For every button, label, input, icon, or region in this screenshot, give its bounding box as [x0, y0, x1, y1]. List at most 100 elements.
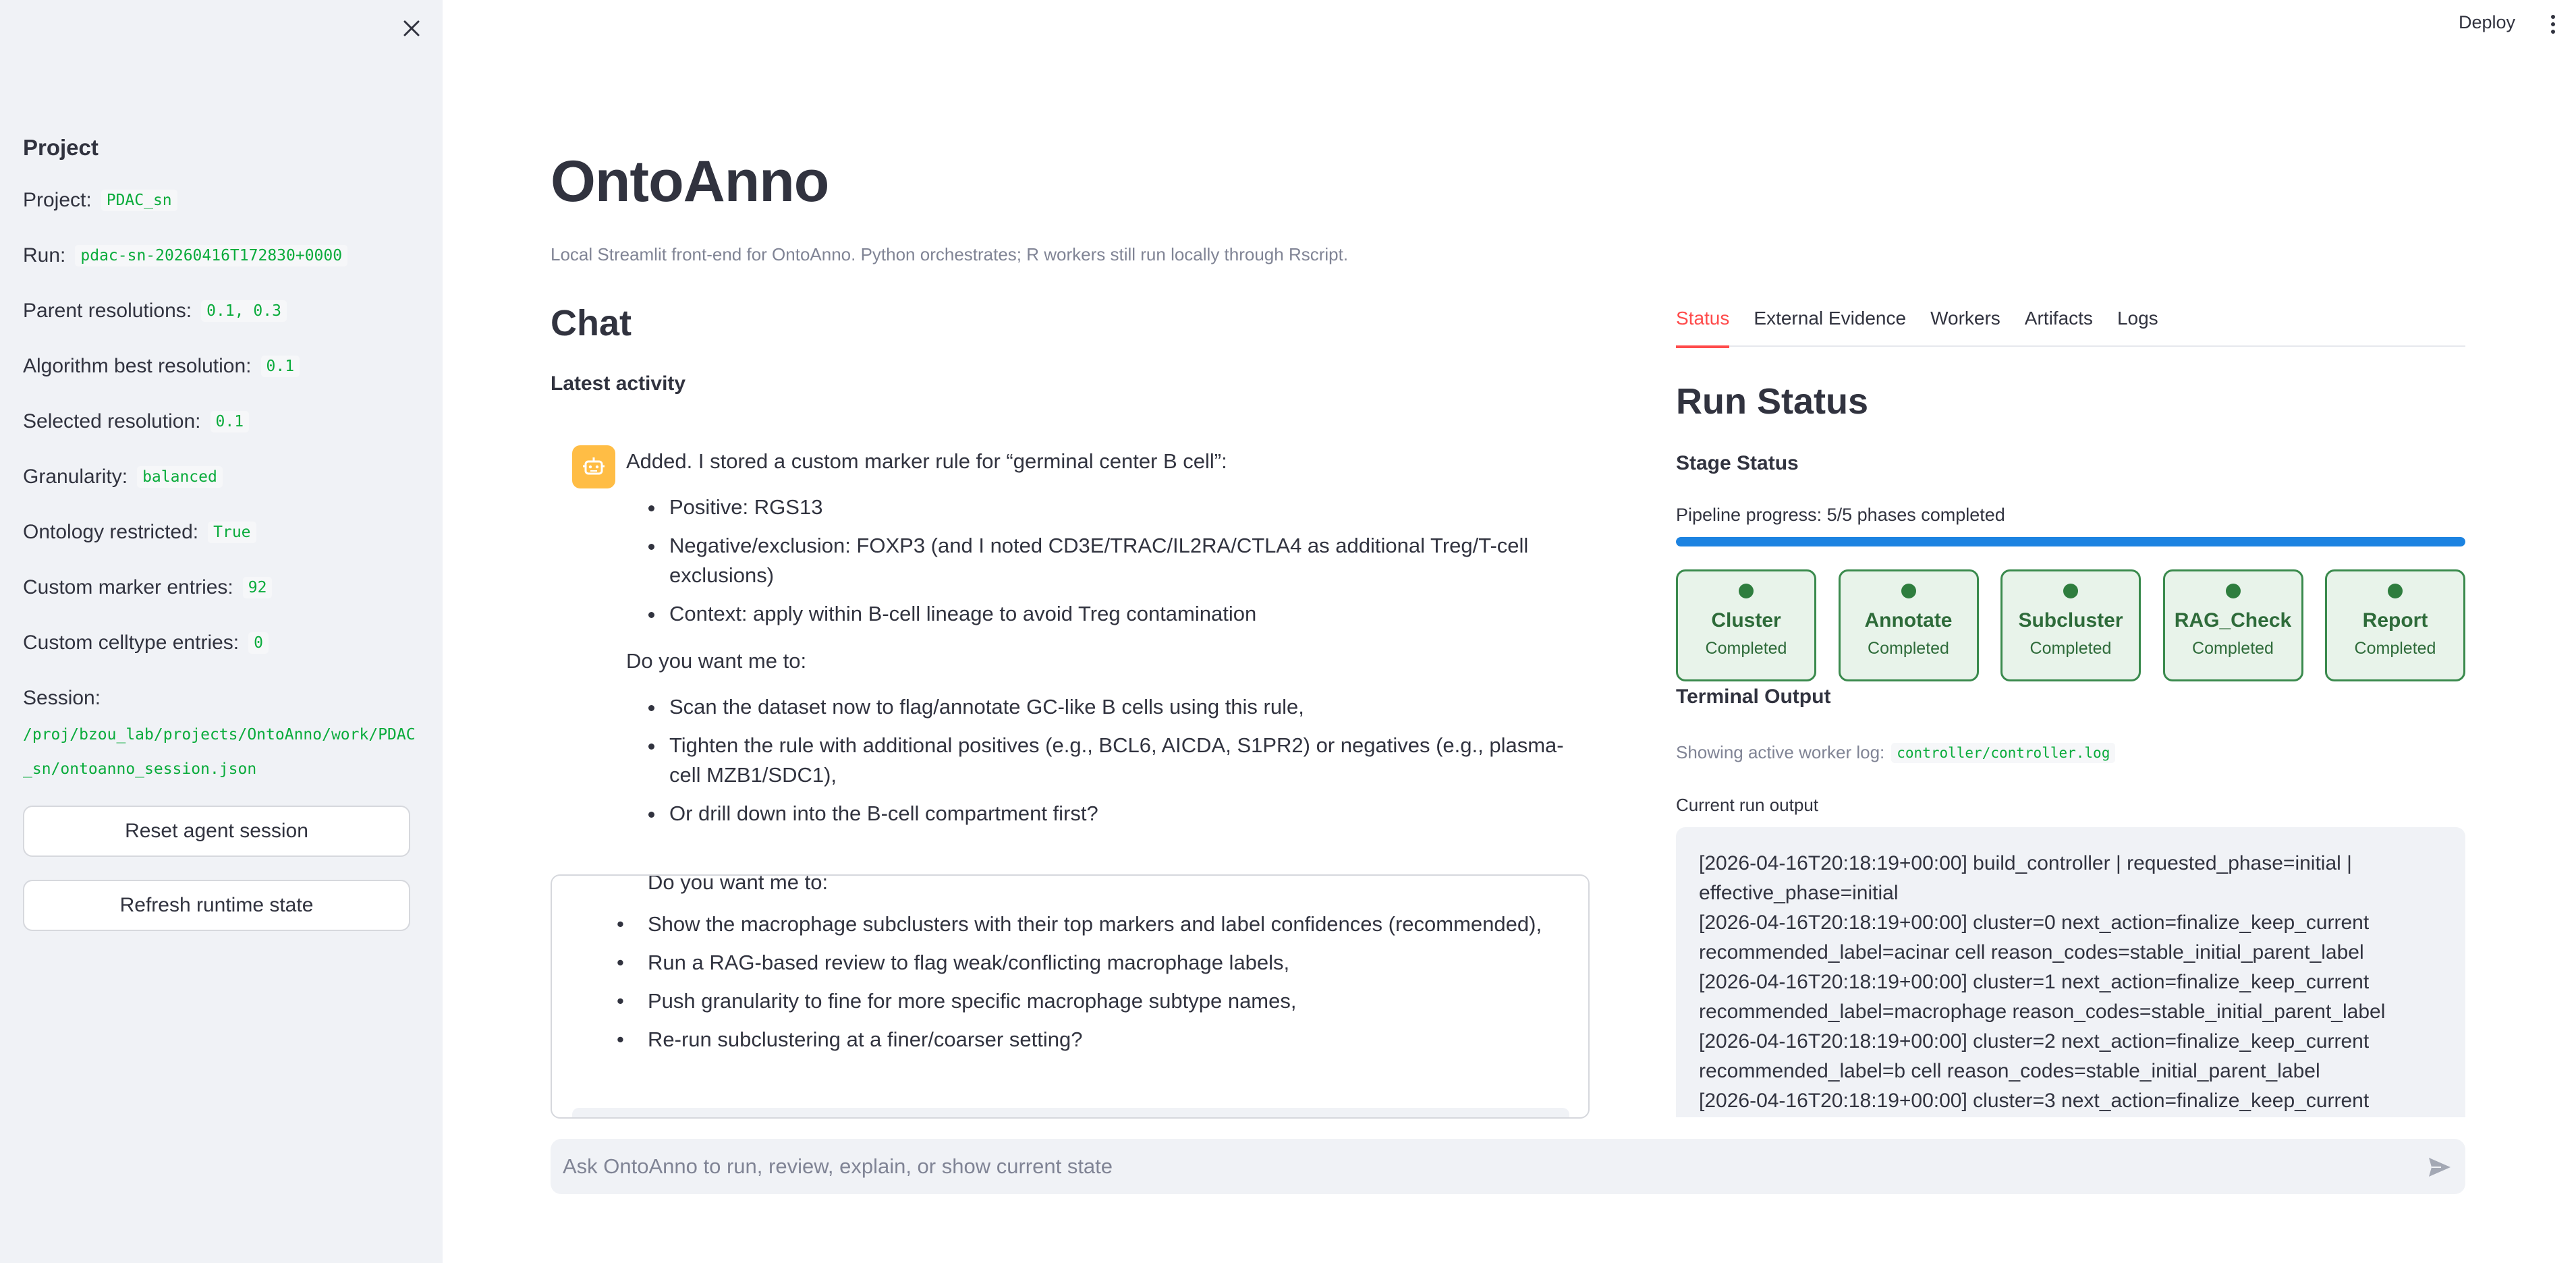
best-resolution-row: Algorithm best resolution: 0.1: [23, 355, 300, 378]
parent-resolutions-row: Parent resolutions: 0.1, 0.3: [23, 300, 287, 322]
stage-name: RAG_Check: [2174, 609, 2292, 632]
best-resolution-value: 0.1: [260, 356, 300, 377]
stage-card-report: Report Completed: [2325, 569, 2465, 681]
status-dot-icon: [1739, 584, 1754, 598]
worker-log-label: Showing active worker log:: [1676, 742, 1885, 762]
ontology-restricted-value: True: [208, 522, 256, 543]
kebab-menu-icon[interactable]: [2548, 12, 2558, 36]
ontology-restricted-label: Ontology restricted:: [23, 521, 199, 543]
stage-name: Cluster: [1711, 609, 1781, 632]
page-title: OntoAnno: [551, 149, 829, 214]
list-item: Tighten the rule with additional positiv…: [665, 731, 1584, 790]
stage-state: Completed: [2029, 639, 2112, 658]
run-status-heading: Run Status: [1676, 381, 1869, 422]
chat-history-content: Do you want me to: Show the macrophage s…: [617, 876, 1579, 1063]
stage-status-heading: Stage Status: [1676, 452, 1799, 474]
pipeline-progress-text: Pipeline progress: 5/5 phases completed: [1676, 505, 2005, 525]
current-output-label: Current run output: [1676, 795, 1819, 815]
list-item: Re-run subclustering at a finer/coarser …: [563, 1025, 1579, 1055]
granularity-label: Granularity:: [23, 466, 128, 488]
stage-card-annotate: Annotate Completed: [1838, 569, 1979, 681]
chat-input-placeholder: Ask OntoAnno to run, review, explain, or…: [563, 1154, 1113, 1178]
run-output-box[interactable]: [2026-04-16T20:18:19+00:00] build_contro…: [1676, 827, 2465, 1117]
project-value: PDAC_sn: [101, 190, 177, 211]
history-options: Show the macrophage subclusters with the…: [617, 909, 1579, 1055]
robot-icon: [583, 457, 605, 475]
message-question: Do you want me to:: [626, 649, 807, 673]
custom-celltype-value: 0: [248, 632, 269, 654]
stage-name: Annotate: [1864, 609, 1953, 632]
stage-card-rag-check: RAG_Check Completed: [2162, 569, 2303, 681]
stage-name: Subcluster: [2018, 609, 2123, 632]
selected-resolution-row: Selected resolution: 0.1: [23, 410, 250, 433]
status-dot-icon: [2063, 584, 2078, 598]
custom-marker-label: Custom marker entries:: [23, 576, 233, 598]
send-icon[interactable]: [2425, 1152, 2455, 1182]
list-item: Context: apply within B-cell lineage to …: [665, 599, 1584, 629]
list-item: Negative/exclusion: FOXP3 (and I noted C…: [665, 531, 1584, 590]
custom-celltype-label: Custom celltype entries:: [23, 632, 240, 654]
list-item: Run a RAG-based review to flag weak/conf…: [563, 948, 1579, 978]
parent-resolutions-label: Parent resolutions:: [23, 300, 192, 322]
chat-input[interactable]: Ask OntoAnno to run, review, explain, or…: [551, 1139, 2465, 1194]
run-value: pdac-sn-20260416T172830+0000: [75, 245, 348, 266]
close-sidebar-button[interactable]: [397, 13, 426, 43]
tab-workers[interactable]: Workers: [1930, 305, 2000, 347]
chat-heading: Chat: [551, 303, 632, 343]
list-item: Scan the dataset now to flag/annotate GC…: [665, 692, 1584, 722]
session-path: /proj/bzou_lab/projects/OntoAnno/work/PD…: [23, 726, 416, 778]
stage-card-cluster: Cluster Completed: [1676, 569, 1816, 681]
granularity-row: Granularity: balanced: [23, 466, 223, 488]
stage-state: Completed: [1705, 639, 1787, 658]
refresh-runtime-state-button[interactable]: Refresh runtime state: [23, 880, 410, 931]
project-row: Project: PDAC_sn: [23, 189, 177, 212]
custom-marker-row: Custom marker entries: 92: [23, 576, 273, 599]
reset-agent-session-button[interactable]: Reset agent session: [23, 806, 410, 857]
stage-state: Completed: [2192, 639, 2274, 658]
custom-marker-value: 92: [242, 577, 273, 598]
deploy-button[interactable]: Deploy: [2459, 12, 2515, 33]
granularity-value: balanced: [137, 466, 223, 488]
next-message-edge: [572, 1108, 1569, 1117]
tab-logs[interactable]: Logs: [2117, 305, 2158, 347]
output-line: [2026-04-16T20:18:19+00:00] cluster=3 ne…: [1699, 1090, 2370, 1112]
message-bullets: Positive: RGS13 Negative/exclusion: FOXP…: [665, 493, 1584, 629]
output-line: [2026-04-16T20:18:19+00:00] cluster=2 ne…: [1699, 1030, 2370, 1082]
run-label: Run:: [23, 244, 66, 266]
chat-history-scroll[interactable]: Do you want me to: Show the macrophage s…: [551, 874, 1590, 1119]
list-item: Positive: RGS13: [665, 493, 1584, 522]
latest-activity-heading: Latest activity: [551, 372, 686, 395]
sidebar-title: Project: [23, 135, 99, 160]
stage-state: Completed: [2354, 639, 2436, 658]
output-line: [2026-04-16T20:18:19+00:00] cluster=1 ne…: [1699, 971, 2386, 1023]
terminal-output-heading: Terminal Output: [1676, 685, 1831, 708]
status-dot-icon: [2225, 584, 2241, 598]
ontology-restricted-row: Ontology restricted: True: [23, 521, 256, 544]
assistant-message: Added. I stored a custom marker rule for…: [626, 447, 1584, 837]
pipeline-progress-fill: [1676, 537, 2465, 546]
selected-resolution-label: Selected resolution:: [23, 410, 201, 432]
run-row: Run: pdac-sn-20260416T172830+0000: [23, 244, 348, 267]
list-item: Or drill down into the B-cell compartmen…: [665, 799, 1584, 829]
stage-card-subcluster: Subcluster Completed: [2000, 569, 2141, 681]
tab-status[interactable]: Status: [1676, 305, 1730, 348]
sidebar: Project Project: PDAC_sn Run: pdac-sn-20…: [0, 0, 443, 1263]
message-options: Scan the dataset now to flag/annotate GC…: [665, 692, 1584, 829]
stage-state: Completed: [1868, 639, 1949, 658]
session-label: Session:: [23, 687, 101, 709]
status-dot-icon: [1901, 584, 1916, 598]
tab-artifacts[interactable]: Artifacts: [2025, 305, 2093, 347]
worker-log-line: Showing active worker log: controller/co…: [1676, 742, 2116, 763]
best-resolution-label: Algorithm best resolution:: [23, 355, 252, 377]
message-intro: Added. I stored a custom marker rule for…: [626, 449, 1227, 473]
custom-celltype-row: Custom celltype entries: 0: [23, 632, 269, 654]
output-line: [2026-04-16T20:18:19+00:00] build_contro…: [1699, 852, 2352, 904]
tab-external-evidence[interactable]: External Evidence: [1754, 305, 1906, 347]
stage-cards: Cluster Completed Annotate Completed Sub…: [1676, 569, 2465, 681]
pipeline-progress-bar: [1676, 537, 2465, 546]
panel-tabs: Status External Evidence Workers Artifac…: [1676, 305, 2465, 348]
stage-name: Report: [2362, 609, 2428, 632]
worker-log-path: controller/controller.log: [1891, 742, 2116, 763]
parent-resolutions-value: 0.1, 0.3: [201, 300, 287, 322]
selected-resolution-value: 0.1: [210, 411, 250, 432]
